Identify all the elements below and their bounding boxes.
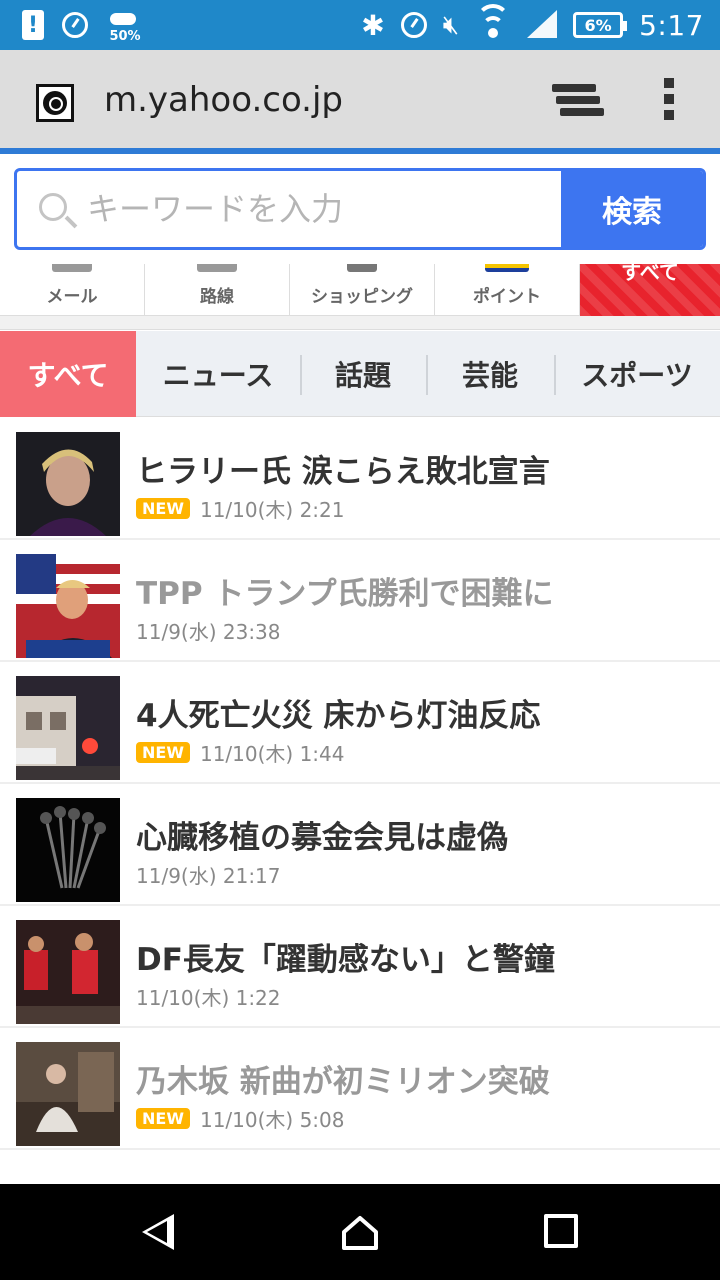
tab-news[interactable]: ニュース <box>136 331 300 417</box>
service-label: 路線 <box>200 287 234 307</box>
news-title: TPP トランプ氏勝利で困難に <box>136 576 554 612</box>
battery-icon: 6% <box>573 12 628 38</box>
system-navigation-bar <box>0 1184 720 1280</box>
new-badge: NEW <box>136 1108 190 1129</box>
wifi-icon <box>475 4 511 40</box>
news-thumbnail <box>16 554 120 658</box>
news-item[interactable]: ヒラリー氏 涙こらえ敗北宣言 NEW 11/10(木) 2:21 <box>0 418 720 540</box>
news-thumbnail <box>16 676 120 780</box>
service-points[interactable]: ポイント <box>435 264 580 316</box>
tab-sports[interactable]: スポーツ <box>554 331 720 417</box>
search-input[interactable] <box>87 181 557 237</box>
news-title: ヒラリー氏 涙こらえ敗北宣言 <box>136 454 550 490</box>
news-date: 11/10(木) 1:22 <box>136 986 281 1010</box>
more-menu-icon[interactable] <box>664 78 678 128</box>
news-date: 11/9(水) 21:17 <box>136 864 281 888</box>
service-shopping[interactable]: ショッピング <box>290 264 435 316</box>
news-item[interactable]: 4人死亡火災 床から灯油反応 NEW 11/10(木) 1:44 <box>0 662 720 784</box>
new-badge: NEW <box>136 498 190 519</box>
news-title: 4人死亡火災 床から灯油反応 <box>136 698 541 734</box>
url-field[interactable]: m.yahoo.co.jp <box>104 80 343 120</box>
news-thumbnail <box>16 920 120 1024</box>
category-tabs: すべて ニュース 話題 芸能 スポーツ <box>0 330 720 417</box>
news-thumbnail <box>16 1042 120 1146</box>
site-security-icon[interactable] <box>36 84 74 122</box>
tab-topics[interactable]: 話題 <box>300 331 426 417</box>
news-list: ヒラリー氏 涙こらえ敗北宣言 NEW 11/10(木) 2:21 TPP トランプ… <box>0 418 720 1150</box>
browser-toolbar: m.yahoo.co.jp <box>0 50 720 154</box>
news-title: 心臓移植の募金会見は虚偽 <box>136 820 508 856</box>
data-saver-icon <box>62 12 88 38</box>
tab-entertainment[interactable]: 芸能 <box>426 331 554 417</box>
home-icon[interactable] <box>340 1214 380 1252</box>
service-label: ポイント <box>473 287 541 307</box>
service-label: メール <box>46 287 98 307</box>
notification-icon: ! <box>22 10 44 40</box>
news-title: DF長友「躍動感ない」と警鐘 <box>136 942 555 978</box>
news-date: 11/10(木) 5:08 <box>199 1108 345 1132</box>
signal-icon <box>527 10 558 40</box>
search-box: 検索 <box>14 168 706 250</box>
tabs-icon[interactable] <box>552 84 604 120</box>
service-mail[interactable]: メール <box>0 264 145 316</box>
service-label: ショッピング <box>311 287 413 307</box>
service-label: すべて <box>621 260 679 284</box>
search-icon <box>39 193 67 221</box>
recent-apps-icon[interactable] <box>544 1214 578 1248</box>
news-item[interactable]: 心臓移植の募金会見は虚偽 11/9(水) 21:17 <box>0 784 720 906</box>
status-bar: ! 50% ✱ 🔇︎ 6% 5:17 <box>0 0 720 50</box>
bluetooth-icon: ✱ <box>361 8 385 42</box>
new-badge: NEW <box>136 742 190 763</box>
mute-icon: 🔇︎ <box>442 9 460 40</box>
divider <box>0 316 720 330</box>
news-thumbnail <box>16 798 120 902</box>
news-date: 11/10(木) 1:44 <box>199 742 345 766</box>
service-all[interactable]: すべて <box>580 260 720 316</box>
news-item[interactable]: 乃木坂 新曲が初ミリオン突破 NEW 11/10(木) 5:08 <box>0 1028 720 1150</box>
news-date: 11/10(木) 2:21 <box>199 498 345 522</box>
news-item[interactable]: DF長友「躍動感ない」と警鐘 11/10(木) 1:22 <box>0 906 720 1028</box>
search-button[interactable]: 検索 <box>561 171 703 247</box>
weather-icon: 50% <box>106 5 142 45</box>
weather-percent: 50% <box>109 29 141 44</box>
news-date: 11/9(水) 23:38 <box>136 620 281 644</box>
tab-all[interactable]: すべて <box>0 330 136 417</box>
service-shortcuts: メール 路線 ショッピング ポイント すべて <box>0 260 720 316</box>
nfc-icon <box>400 12 427 38</box>
news-title: 乃木坂 新曲が初ミリオン突破 <box>136 1064 550 1100</box>
back-icon[interactable] <box>142 1214 174 1250</box>
service-transit[interactable]: 路線 <box>145 264 290 316</box>
news-item[interactable]: TPP トランプ氏勝利で困難に 11/9(水) 23:38 <box>0 540 720 662</box>
battery-level: 6% <box>584 15 612 35</box>
news-thumbnail <box>16 432 120 536</box>
clock: 5:17 <box>639 8 704 42</box>
